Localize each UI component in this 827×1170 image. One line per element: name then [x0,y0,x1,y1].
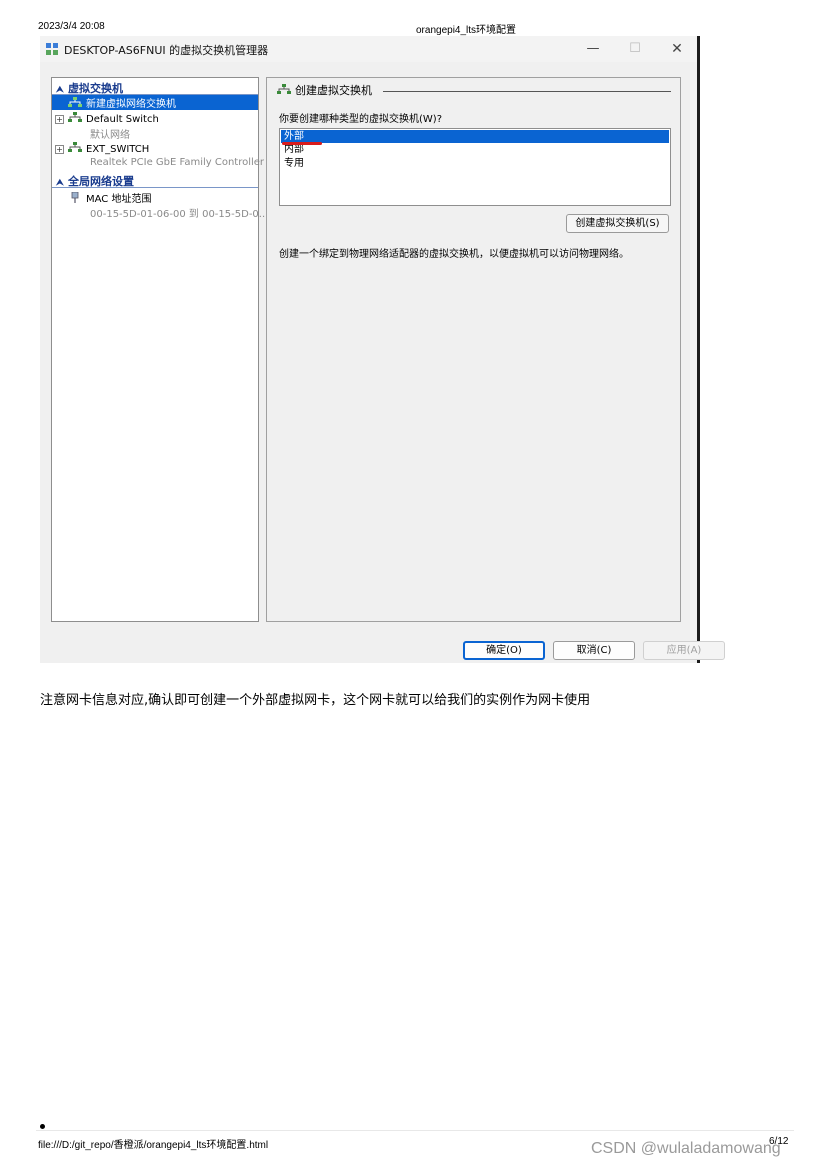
section-global-network-settings[interactable]: ⮝ 全局网络设置 [52,173,258,188]
title-bar[interactable]: DESKTOP-AS6FNUI 的虚拟交换机管理器 — ☐ ✕ [40,36,697,62]
window-client-area: ⮝ 虚拟交换机 新建虚拟网络交换机 + Default Switch 默认网络 … [40,62,697,663]
tree-item-ext-switch[interactable]: EXT_SWITCH [52,142,258,157]
switch-manager-icon [46,43,58,55]
close-button[interactable]: ✕ [662,39,692,59]
cancel-button[interactable]: 取消(C) [553,641,635,660]
section-virtual-switches[interactable]: ⮝ 虚拟交换机 [52,80,258,95]
group-divider [383,91,671,92]
switch-type-question: 你要创建哪种类型的虚拟交换机(W)? [279,114,442,125]
section-divider [52,187,258,188]
new-network-switch-icon [277,84,291,94]
network-switch-icon [68,112,82,122]
footer-bullet [40,1124,45,1129]
apply-button[interactable]: 应用(A) [643,641,725,660]
maximize-button[interactable]: ☐ [620,39,650,59]
switch-tree: ⮝ 虚拟交换机 新建虚拟网络交换机 + Default Switch 默认网络 … [51,77,268,622]
network-adapter-icon [71,192,79,203]
ext-switch-adapter: Realtek PCIe GbE Family Controller [90,157,265,168]
ok-button[interactable]: 确定(O) [463,641,545,660]
tree-item-label: Default Switch [86,114,159,125]
switch-type-option-private[interactable]: 专用 [281,157,669,170]
minimize-button[interactable]: — [578,39,608,59]
tree-item-mac-range[interactable]: MAC 地址范围 [52,190,258,205]
switch-type-description: 创建一个绑定到物理网络适配器的虚拟交换机，以便虚拟机可以访问物理网络。 [279,249,629,260]
create-virtual-switch-button[interactable]: 创建虚拟交换机(S) [566,214,669,233]
tree-item-default-switch[interactable]: Default Switch [52,112,258,127]
footer-divider [36,1130,794,1131]
csdn-watermark: CSDN @wulaladamowang [591,1140,781,1157]
tree-item-label: MAC 地址范围 [86,194,152,205]
panel-title: 创建虚拟交换机 [295,84,372,97]
switch-type-option-external[interactable]: 外部 [281,130,669,143]
tree-item-label: 新建虚拟网络交换机 [86,99,176,110]
switch-manager-window: DESKTOP-AS6FNUI 的虚拟交换机管理器 — ☐ ✕ ⮝ 虚拟交换机 新… [40,36,725,663]
create-switch-panel: 创建虚拟交换机 你要创建哪种类型的虚拟交换机(W)? 外部 内部 专用 创建虚拟… [266,77,681,622]
document-paragraph: 注意网卡信息对应,确认即可创建一个外部虚拟网卡，这个网卡就可以给我们的实例作为网… [40,693,591,708]
tree-item-label: EXT_SWITCH [86,144,150,155]
tree-item-new-switch[interactable]: 新建虚拟网络交换机 [52,95,258,110]
print-header-title: orangepi4_lts环境配置 [416,25,517,36]
network-switch-icon [68,142,82,152]
default-switch-type: 默认网络 [90,130,130,141]
mac-range-value: 00-15-5D-01-06-00 到 00-15-5D-0... [90,209,269,220]
annotation-underline [282,142,322,145]
panel-header: 创建虚拟交换机 [277,82,372,98]
new-network-switch-icon [68,97,82,107]
print-header-datetime: 2023/3/4 20:08 [38,21,105,32]
switch-type-option-internal[interactable]: 内部 [281,143,669,156]
print-footer-path: file:///D:/git_repo/香橙派/orangepi4_lts环境配… [38,1140,269,1151]
switch-type-listbox[interactable]: 外部 内部 专用 [279,128,671,206]
window-title: DESKTOP-AS6FNUI 的虚拟交换机管理器 [64,44,269,57]
